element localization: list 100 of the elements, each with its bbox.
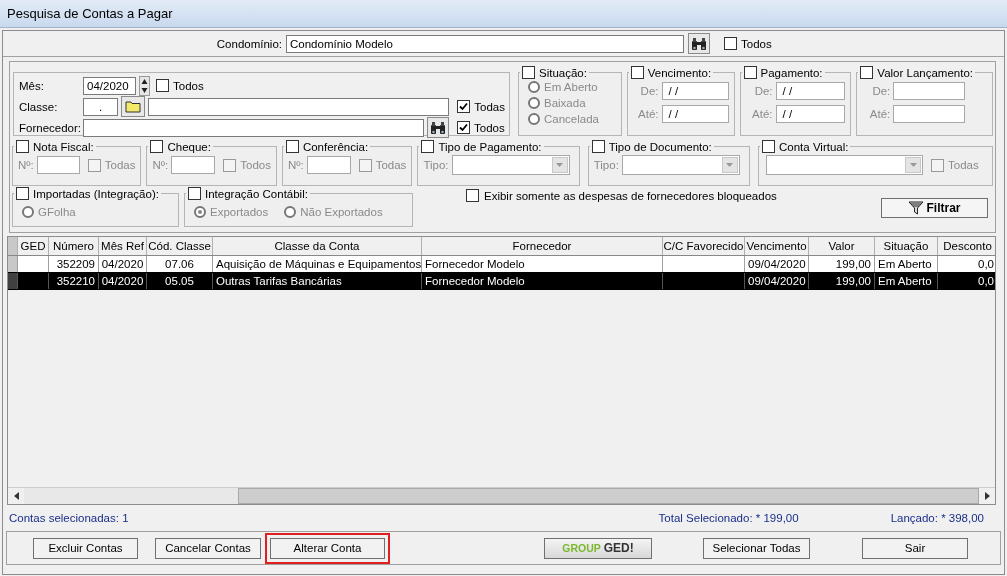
filter-button[interactable]: Filtrar: [881, 198, 988, 218]
status-text: Lançado: * 398,00: [890, 512, 984, 524]
scroll-right-icon: [984, 492, 990, 500]
table-cell: 352210: [49, 273, 99, 289]
field-label: Classe:: [19, 100, 59, 113]
field-label: Nº:: [152, 159, 169, 171]
column-header[interactable]: Vencimento: [745, 237, 809, 255]
radio-label: Cancelada: [544, 112, 599, 125]
field-label: Tipo:: [423, 159, 449, 171]
column-header[interactable]: C/C Favorecido: [663, 237, 745, 255]
action-button[interactable]: Selecionar Todas: [703, 537, 810, 559]
table-cell: 04/2020: [99, 256, 147, 272]
action-button[interactable]: Sair: [862, 537, 968, 559]
row-indicator: [8, 237, 18, 255]
field-label: Mês:: [19, 79, 45, 92]
table-cell: Em Aberto: [875, 256, 938, 272]
checkbox[interactable]: [466, 189, 479, 202]
group-title: Conferência:: [302, 140, 369, 153]
table-row[interactable]: 352210 04/2020 05.05 Outras Tarifas Bancárias Fornecedor Modelo 09/04/2020 199,00 Em Aberto 0,0: [8, 273, 995, 290]
checkbox-label: Todos: [173, 79, 204, 92]
group-title: Tipo de Documento:: [608, 140, 712, 153]
folder-button[interactable]: [121, 96, 146, 117]
window-title: Pesquisa de Contas a Pagar: [0, 0, 1007, 28]
radio-label: Em Aberto: [544, 80, 598, 93]
table-cell: 0,0: [938, 256, 995, 272]
group-title: Conta Virtual:: [779, 140, 849, 153]
search-button[interactable]: [688, 33, 710, 54]
table-row[interactable]: 352209 04/2020 07.06 Aquisição de Máquinas e Equipamentos Fornecedor Modelo 09/04/2020 199,00 Em Aberto 0,0: [8, 256, 995, 273]
group-title: Integração Contábil:: [205, 187, 308, 200]
radio-label: Baixada: [544, 96, 586, 109]
status-text: Contas selecionadas: 1: [9, 512, 129, 524]
group-title: Cheque:: [167, 140, 211, 153]
checkbox-label: Todos: [474, 121, 505, 134]
checkbox[interactable]: [457, 100, 471, 113]
column-header[interactable]: Cód. Classe: [147, 237, 213, 255]
group-title: Importadas (Integração):: [33, 187, 159, 200]
checkbox-label: Exibir somente as despesas de fornecedores bloqueados: [484, 189, 777, 202]
supplier-field[interactable]: [83, 118, 424, 137]
dropdown-arrow-icon: [556, 163, 563, 167]
binoculars-icon: [431, 121, 445, 134]
checkbox-label: Todas: [948, 159, 979, 171]
checkbox-label: Todas: [474, 100, 505, 113]
table-cell: 07.06: [147, 256, 213, 272]
action-button[interactable]: Excluir Contas: [33, 537, 138, 559]
field-label: De:: [753, 84, 773, 97]
group-title: Pagamento:: [760, 66, 823, 79]
checkbox[interactable]: [724, 37, 737, 50]
condominium-field[interactable]: Condomínio Modelo: [286, 34, 684, 53]
dropdown-arrow-icon: [909, 163, 917, 167]
column-header[interactable]: GED: [18, 237, 49, 255]
field-label: De:: [871, 84, 891, 97]
radio-label: Não Exportados: [300, 206, 383, 218]
checkbox-label: Todos: [741, 37, 772, 50]
checkbox-label: Todos: [240, 159, 271, 171]
funnel-icon: [908, 201, 925, 215]
radio-label: GFolha: [38, 206, 76, 218]
spinner-icon: [139, 75, 150, 96]
column-header[interactable]: Mês Ref: [99, 237, 147, 255]
checkbox-label: Todas: [104, 159, 136, 171]
horizontal-scrollbar[interactable]: [8, 487, 995, 504]
table-cell: 09/04/2020: [745, 256, 809, 272]
field-label: Até:: [751, 107, 773, 120]
month-field[interactable]: 04/2020: [83, 76, 136, 95]
dropdown-arrow-icon: [726, 163, 734, 167]
field-label: Até:: [637, 107, 659, 120]
field-label: Nº:: [287, 159, 304, 171]
field-label: Tipo:: [593, 159, 619, 171]
checkbox-label: Todas: [375, 159, 407, 171]
table-cell: 352209: [49, 256, 99, 272]
field-label: Nº:: [18, 159, 34, 171]
binoculars-icon: [692, 37, 706, 50]
field-label: De:: [639, 84, 659, 97]
field-label: Condomínio:: [215, 37, 282, 50]
table-cell: Outras Tarifas Bancárias: [213, 273, 422, 289]
group-title: Nota Fiscal:: [33, 140, 94, 153]
scroll-left-icon: [13, 492, 19, 500]
table-cell: 05.05: [147, 273, 213, 289]
table-cell: Fornecedor Modelo: [422, 273, 663, 289]
group-title: Situação:: [539, 66, 587, 79]
search-button[interactable]: [427, 117, 449, 138]
field-label: Até:: [868, 107, 891, 120]
class-name-field[interactable]: [148, 97, 450, 116]
checkbox[interactable]: [156, 79, 169, 92]
table-cell: Fornecedor Modelo: [422, 256, 663, 272]
action-button[interactable]: Cancelar Contas: [155, 537, 261, 559]
logo-button[interactable]: GROUP GED!: [544, 537, 652, 559]
field-label: Fornecedor:: [19, 121, 82, 134]
group-title: Vencimento:: [647, 66, 712, 79]
table-cell: 09/04/2020: [745, 273, 809, 289]
class-code-field[interactable]: .: [82, 97, 119, 116]
table-cell: 0,0: [938, 273, 995, 289]
radio-label: Exportados: [210, 206, 269, 218]
action-button[interactable]: Alterar Conta: [270, 537, 385, 559]
checkbox[interactable]: [457, 121, 470, 134]
table-cell: 04/2020: [99, 273, 147, 289]
table-cell: 199,00: [809, 256, 875, 272]
table-cell: 199,00: [809, 273, 875, 289]
table-cell: Em Aberto: [875, 273, 938, 289]
group-title: Tipo de Pagamento:: [438, 140, 542, 153]
table-cell: Aquisição de Máquinas e Equipamentos: [213, 256, 422, 272]
